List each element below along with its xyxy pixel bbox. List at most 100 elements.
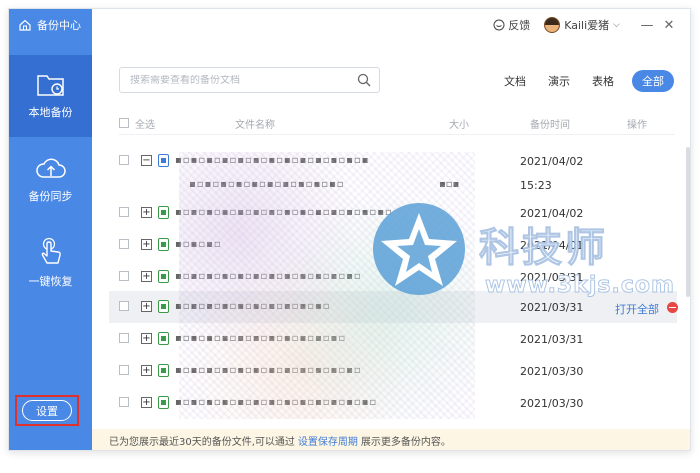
feedback-label: 反馈 [508, 19, 531, 32]
file-name: ▪▫▪▫▪▫▪▫▪▫▪▫▪▫▪▫▪▫▪▫ [189, 179, 345, 190]
backup-date: 2021/03/30 [520, 397, 584, 410]
sidebar-item-local-backup[interactable]: 本地备份 [9, 55, 92, 137]
table-row-hovered[interactable]: + ▪▫▪▫▪▫▪▫▪▫▪▫▪▫▪▫▪▫▪▫ 2021/03/31 打开全部 [109, 291, 678, 323]
backup-date: 2021/04/01 [520, 239, 584, 252]
column-name: 文件名称 [235, 120, 275, 131]
expand-icon[interactable]: + [141, 271, 152, 282]
file-name: ▪▫▪▫▪▫▪▫▪▫▪▫▪▫▪▫▪▫▪▫▪▫▪▫ [175, 271, 362, 282]
filter-all[interactable]: 全部 [632, 70, 674, 92]
file-type-filters: 文档 演示 表格 全部 [482, 70, 674, 92]
sidebar-item-label: 本地备份 [28, 106, 73, 119]
user-menu[interactable]: Kaili爱猪 ⌵ [544, 17, 620, 33]
file-name: ▪▫▪▫▪▫ [175, 239, 222, 250]
file-name: ▪▫▪▫▪▫▪▫▪▫▪▫▪▫▪▫▪▫▪▫▪▫▪▫ [175, 365, 362, 376]
chevron-down-icon: ⌵ [613, 20, 620, 30]
backup-date: 2021/04/02 [520, 207, 584, 220]
scrollbar[interactable] [686, 147, 690, 297]
set-retention-link[interactable]: 设置保存周期 [298, 433, 358, 448]
sidebar-item-label: 一键恢复 [28, 275, 73, 288]
sidebar-header: 备份中心 [9, 9, 92, 41]
backup-date: 2021/03/31 [520, 301, 584, 314]
xls-file-icon [158, 270, 169, 283]
search-icon[interactable] [357, 73, 371, 87]
cloud-upload-icon [35, 158, 66, 178]
search-box [119, 67, 380, 93]
row-checkbox[interactable] [119, 207, 129, 217]
expand-icon[interactable]: + [141, 365, 152, 376]
feedback-icon [493, 19, 505, 31]
xls-file-icon [158, 332, 169, 345]
xls-file-icon [158, 206, 169, 219]
column-time: 备份时间 [530, 120, 570, 131]
expand-icon[interactable]: + [141, 207, 152, 218]
expand-icon[interactable]: + [141, 301, 152, 312]
sidebar: 备份中心 本地备份 备份同步 一键恢复 设置 [9, 9, 92, 450]
footer-prefix: 已为您展示最近30天的备份文件,可以通过 [109, 437, 295, 448]
row-checkbox[interactable] [119, 155, 129, 165]
table-row[interactable]: + ▪▫▪▫▪▫▪▫▪▫▪▫▪▫▪▫▪▫▪▫▪▫▪▫ 2021/03/31 [109, 261, 677, 293]
select-all-label: 全选 [135, 120, 155, 131]
title-bar: 反馈 Kaili爱猪 ⌵ — ✕ [92, 9, 690, 41]
sidebar-item-one-click-restore[interactable]: 一键恢复 [9, 222, 92, 304]
filter-presentation[interactable]: 演示 [548, 73, 570, 89]
delete-icon[interactable] [667, 302, 678, 313]
file-name: ▪▫▪▫▪▫▪▫▪▫▪▫▪▫▪▫▪▫▪▫▪▫▪▫▪ [175, 155, 370, 166]
hand-tap-icon [41, 237, 61, 264]
row-checkbox[interactable] [119, 271, 129, 281]
table-row[interactable]: + ▪▫▪▫▪▫▪▫▪▫▪▫▪▫▪▫▪▫▪▫▪▫ 2021/03/31 [109, 323, 677, 355]
app-title: 备份中心 [37, 19, 81, 32]
expand-icon[interactable]: + [141, 333, 152, 344]
backup-date: 2021/03/30 [520, 365, 584, 378]
table-row[interactable]: + ▪▫▪▫▪▫▪▫▪▫▪▫▪▫▪▫▪▫▪▫▪▫▪▫▪▫ 2021/03/30 [109, 387, 677, 419]
table-row[interactable]: ▪▫▪▫▪▫▪▫▪▫▪▫▪▫▪▫▪▫▪▫ ▪▫▪ 15:23 [109, 173, 677, 197]
backup-date: 2021/03/31 [520, 271, 584, 284]
table-row[interactable]: − ▪▫▪▫▪▫▪▫▪▫▪▫▪▫▪▫▪▫▪▫▪▫▪▫▪ 2021/04/02 [109, 149, 677, 173]
close-button[interactable]: ✕ [660, 18, 678, 33]
xls-file-icon [158, 396, 169, 409]
file-name: ▪▫▪▫▪▫▪▫▪▫▪▫▪▫▪▫▪▫▪▫ [175, 301, 331, 312]
expand-icon[interactable]: + [141, 239, 152, 250]
backup-time: 15:23 [520, 179, 552, 192]
sidebar-item-label: 备份同步 [28, 190, 73, 203]
xls-file-icon [158, 238, 169, 251]
file-size: ▪▫▪ [439, 179, 460, 190]
column-action: 操作 [627, 120, 647, 131]
xls-file-icon [158, 364, 169, 377]
row-checkbox[interactable] [119, 301, 129, 311]
row-checkbox[interactable] [119, 333, 129, 343]
doc-file-icon [158, 154, 169, 167]
filter-spreadsheet[interactable]: 表格 [592, 73, 614, 89]
collapse-icon[interactable]: − [141, 155, 152, 166]
row-checkbox[interactable] [119, 397, 129, 407]
backup-center-window: 备份中心 本地备份 备份同步 一键恢复 设置 反馈 Kaili爱猪 ⌵ — ✕ … [8, 8, 691, 451]
user-name: Kaili爱猪 [564, 19, 610, 32]
open-all-link[interactable]: 打开全部 [615, 301, 659, 317]
expand-icon[interactable]: + [141, 397, 152, 408]
row-checkbox[interactable] [119, 239, 129, 249]
settings-highlight-box: 设置 [15, 395, 79, 426]
table-row[interactable]: + ▪▫▪▫▪▫▪▫▪▫▪▫▪▫▪▫▪▫▪▫▪▫▪▫ 2021/03/30 [109, 355, 677, 387]
footer-notice: 已为您展示最近30天的备份文件,可以通过 设置保存周期 展示更多备份内容。 [92, 429, 690, 450]
settings-button[interactable]: 设置 [22, 400, 72, 421]
backup-date: 2021/04/02 [520, 155, 584, 168]
sidebar-item-backup-sync[interactable]: 备份同步 [9, 139, 92, 221]
backup-date: 2021/03/31 [520, 333, 584, 346]
file-name: ▪▫▪▫▪▫▪▫▪▫▪▫▪▫▪▫▪▫▪▫▪▫▪▫▪▫ [175, 397, 378, 408]
table-row[interactable]: + ▪▫▪▫▪▫▪▫▪▫▪▫▪▫▪▫▪▫▪▫▪▫▪▫▪▫▪▫ 2021/04/0… [109, 197, 677, 229]
search-input[interactable] [130, 74, 350, 86]
avatar [544, 17, 561, 33]
select-all-checkbox[interactable] [119, 118, 129, 128]
filter-doc[interactable]: 文档 [504, 73, 526, 89]
column-size: 大小 [449, 120, 469, 131]
folder-clock-icon [36, 75, 64, 96]
minimize-button[interactable]: — [638, 18, 656, 33]
footer-suffix: 展示更多备份内容。 [360, 437, 451, 448]
file-name: ▪▫▪▫▪▫▪▫▪▫▪▫▪▫▪▫▪▫▪▫▪▫▪▫▪▫▪▫ [175, 207, 393, 218]
home-icon [19, 19, 31, 31]
table-header: 全选 文件名称 大小 备份时间 操作 [119, 113, 675, 135]
row-checkbox[interactable] [119, 365, 129, 375]
feedback-button[interactable]: 反馈 [493, 17, 530, 33]
table-row[interactable]: + ▪▫▪▫▪▫ 2021/04/01 [109, 229, 677, 261]
file-name: ▪▫▪▫▪▫▪▫▪▫▪▫▪▫▪▫▪▫▪▫▪▫ [175, 333, 347, 344]
xls-file-icon [158, 300, 169, 313]
